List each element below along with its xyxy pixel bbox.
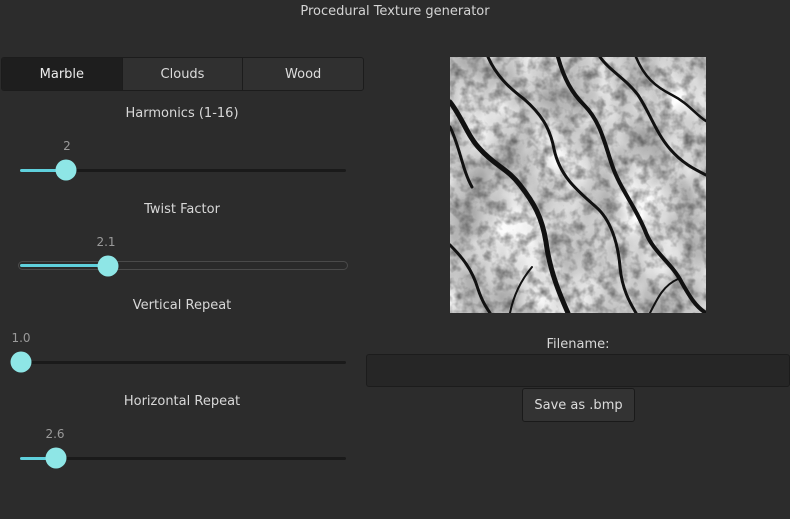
texture-preview <box>450 57 706 313</box>
twist-factor-slider-handle[interactable] <box>97 255 119 277</box>
horizontal-repeat-slider-handle[interactable] <box>45 447 67 469</box>
vertical-repeat-label: Vertical Repeat <box>132 298 232 313</box>
vertical-repeat-value: 1.0 <box>11 331 31 345</box>
filename-label: Filename: <box>546 337 610 352</box>
vertical-repeat-slider-handle[interactable] <box>10 351 32 373</box>
vertical-repeat-slider[interactable] <box>20 361 346 364</box>
tab-marble[interactable]: Marble <box>2 58 123 90</box>
harmonics-value: 2 <box>63 139 71 153</box>
twist-factor-value: 2.1 <box>96 235 116 249</box>
horizontal-repeat-label: Horizontal Repeat <box>123 394 241 409</box>
texture-type-tabs: Marble Clouds Wood <box>1 57 364 91</box>
twist-factor-slider[interactable] <box>18 261 348 270</box>
horizontal-repeat-slider[interactable] <box>20 457 346 460</box>
window-title: Procedural Texture generator <box>300 4 490 19</box>
harmonics-slider-handle[interactable] <box>55 159 77 181</box>
twist-factor-label: Twist Factor <box>144 202 220 217</box>
twist-factor-slider-fill <box>20 264 109 267</box>
horizontal-repeat-value: 2.6 <box>45 427 65 441</box>
save-bmp-button[interactable]: Save as .bmp <box>522 388 635 422</box>
filename-input[interactable] <box>366 354 790 387</box>
tab-clouds[interactable]: Clouds <box>123 58 244 90</box>
marble-texture-image <box>450 57 706 313</box>
tab-wood[interactable]: Wood <box>243 58 363 90</box>
harmonics-label: Harmonics (1-16) <box>125 106 239 121</box>
